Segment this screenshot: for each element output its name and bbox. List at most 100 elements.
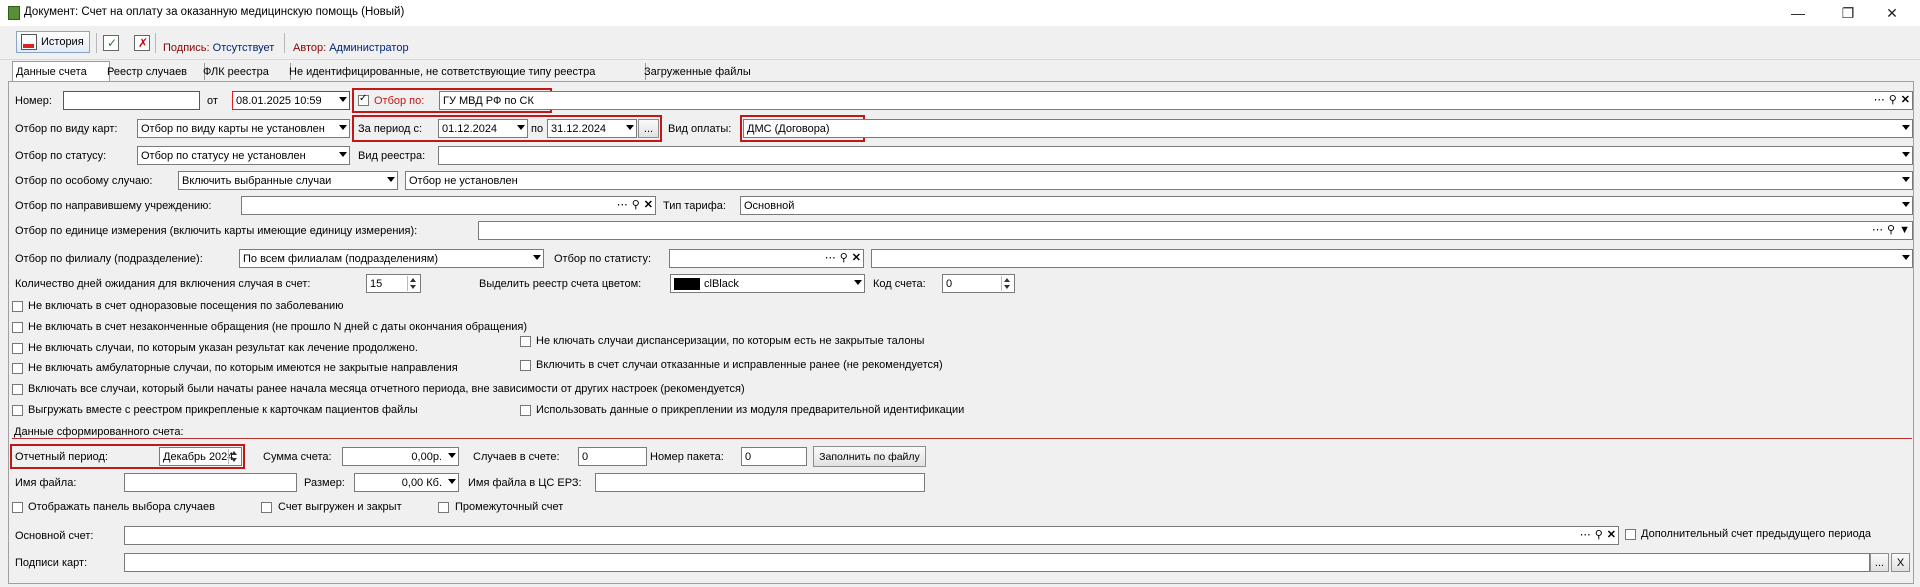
search-icon[interactable]: ⚲ bbox=[1889, 93, 1897, 108]
chevron-down-icon[interactable] bbox=[1902, 255, 1910, 260]
checkbox-one-time-visits-label: Не включать в счет одноразовые посещения… bbox=[28, 300, 344, 312]
spinner-icon[interactable] bbox=[228, 449, 240, 464]
chevron-down-icon[interactable] bbox=[1902, 177, 1910, 182]
signatures-input[interactable] bbox=[124, 553, 1870, 572]
chevron-down-icon[interactable] bbox=[854, 280, 862, 285]
color-select[interactable]: clBlack bbox=[670, 274, 865, 293]
payment-type-select[interactable]: ДМС (Договора) bbox=[743, 119, 1913, 138]
chevron-down-icon[interactable] bbox=[626, 125, 634, 130]
special-case-filter-select[interactable]: Отбор не установлен bbox=[405, 171, 1913, 190]
checkbox-one-time-visits[interactable] bbox=[12, 301, 23, 312]
restore-icon[interactable]: ❐ bbox=[1826, 0, 1870, 26]
size-input[interactable]: 0,00 Кб. bbox=[354, 473, 459, 492]
spinner-icon[interactable] bbox=[1001, 276, 1013, 291]
tab-uploaded-files[interactable]: Загруженные файлы bbox=[641, 63, 773, 80]
close-icon[interactable]: ✕ bbox=[1901, 93, 1910, 108]
chevron-down-icon[interactable] bbox=[339, 152, 347, 157]
interim-checkbox[interactable] bbox=[438, 502, 449, 513]
checkbox-attach-files-label: Выгружать вместе с реестром прикрепленые… bbox=[28, 404, 418, 416]
search-icon[interactable]: ⚲ bbox=[840, 251, 848, 266]
history-button[interactable]: История bbox=[16, 31, 90, 53]
checkbox-open-referrals[interactable] bbox=[12, 363, 23, 374]
ellipsis-icon[interactable]: ⋯ bbox=[1580, 528, 1591, 543]
payment-type-value: ДМС (Договора) bbox=[747, 122, 830, 135]
approve-icon[interactable]: ✓ bbox=[103, 35, 119, 51]
chevron-down-icon[interactable] bbox=[1902, 125, 1910, 130]
filter-by-checkbox[interactable]: ✓ bbox=[358, 93, 369, 106]
branch-select[interactable]: По всем филиалам (подразделениям) bbox=[239, 249, 544, 268]
package-input[interactable]: 0 bbox=[741, 447, 807, 466]
close-icon[interactable]: ✕ bbox=[852, 251, 861, 266]
checkbox-preliminary-id[interactable] bbox=[520, 405, 531, 416]
ellipsis-icon[interactable]: ⋯ bbox=[825, 251, 836, 266]
fill-from-file-button[interactable]: Заполнить по файлу bbox=[813, 446, 926, 467]
search-icon[interactable]: ⚲ bbox=[1595, 528, 1603, 543]
minimize-icon[interactable]: — bbox=[1776, 0, 1820, 26]
ellipsis-icon[interactable]: ⋯ bbox=[617, 198, 628, 213]
special-case-select[interactable]: Включить выбранные случаи bbox=[178, 171, 398, 190]
ellipsis-icon[interactable]: ⋯ bbox=[1872, 223, 1883, 238]
reject-icon[interactable]: ✗ bbox=[134, 35, 150, 51]
period-from-input[interactable]: 01.12.2024 bbox=[438, 119, 528, 138]
wait-days-input[interactable]: 15 bbox=[366, 274, 421, 293]
checkbox-rejected-corrected[interactable] bbox=[520, 360, 531, 371]
ellipsis-icon[interactable]: ⋯ bbox=[1874, 93, 1885, 108]
report-period-label: Отчетный период: bbox=[15, 451, 108, 463]
number-input[interactable] bbox=[63, 91, 200, 110]
statistician-input[interactable]: ⋯ ⚲ ✕ bbox=[669, 249, 864, 268]
unit-input[interactable]: ⋯ ⚲ ▼ bbox=[478, 221, 1913, 240]
close-icon[interactable]: ✕ bbox=[644, 198, 653, 213]
tab-cases-registry[interactable]: Реестр случаев bbox=[104, 63, 205, 80]
tab-unidentified[interactable]: Не идентифицированные, не сответствующие… bbox=[286, 63, 646, 80]
period-select-button[interactable]: ... bbox=[638, 119, 659, 138]
status-select[interactable]: Отбор по статусу не установлен bbox=[137, 146, 350, 165]
statistician-extra-select[interactable] bbox=[871, 249, 1913, 268]
tariff-type-select[interactable]: Основной bbox=[740, 196, 1913, 215]
chevron-down-icon[interactable] bbox=[339, 125, 347, 130]
chevron-down-icon[interactable] bbox=[339, 97, 347, 102]
card-type-select[interactable]: Отбор по виду карты не установлен bbox=[137, 119, 350, 138]
date-input[interactable]: 08.01.2025 10:59 bbox=[232, 91, 350, 110]
search-icon[interactable]: ⚲ bbox=[632, 198, 640, 213]
chevron-down-icon[interactable] bbox=[448, 453, 456, 458]
chevron-down-icon[interactable] bbox=[1902, 202, 1910, 207]
filter-by-input[interactable]: ГУ МВД РФ по СК ⋯ ⚲ ✕ bbox=[439, 91, 1913, 110]
chevron-down-icon[interactable] bbox=[1902, 152, 1910, 157]
checkbox-dispensary[interactable] bbox=[520, 336, 531, 347]
additional-account-checkbox[interactable] bbox=[1625, 529, 1636, 540]
chevron-down-icon[interactable] bbox=[448, 479, 456, 484]
toolbar-separator bbox=[96, 33, 97, 53]
show-panel-checkbox[interactable] bbox=[12, 502, 23, 513]
erz-filename-label: Имя файла в ЦС ЕРЗ: bbox=[468, 477, 582, 489]
tab-account-data[interactable]: Данные счета bbox=[12, 61, 110, 82]
checkbox-earlier-cases[interactable] bbox=[12, 384, 23, 395]
tab-flk-registry[interactable]: ФЛК реестра bbox=[200, 63, 291, 80]
sum-value: 0,00р. bbox=[411, 450, 442, 463]
close-icon[interactable]: ✕ bbox=[1870, 0, 1914, 26]
filename-input[interactable] bbox=[124, 473, 297, 492]
cases-input[interactable]: 0 bbox=[578, 447, 647, 466]
uploaded-closed-checkbox[interactable] bbox=[261, 502, 272, 513]
account-code-input[interactable]: 0 bbox=[942, 274, 1015, 293]
chevron-down-icon[interactable] bbox=[517, 125, 525, 130]
erz-filename-input[interactable] bbox=[595, 473, 925, 492]
close-icon[interactable]: ✕ bbox=[1607, 528, 1616, 543]
referring-input[interactable]: ⋯ ⚲ ✕ bbox=[241, 196, 656, 215]
chevron-down-icon[interactable] bbox=[533, 255, 541, 260]
spinner-icon[interactable] bbox=[407, 276, 419, 291]
search-icon[interactable]: ⚲ bbox=[1887, 223, 1895, 238]
period-to-input[interactable]: 31.12.2024 bbox=[547, 119, 637, 138]
report-period-input[interactable]: Декабрь 2024 bbox=[159, 447, 242, 466]
checkbox-continued-treatment[interactable] bbox=[12, 343, 23, 354]
chevron-down-icon[interactable] bbox=[387, 177, 395, 182]
main-account-input[interactable]: ⋯ ⚲ ✕ bbox=[124, 526, 1619, 545]
checkbox-attach-files[interactable] bbox=[12, 405, 23, 416]
signatures-clear-button[interactable]: X bbox=[1891, 553, 1910, 572]
checkbox-unfinished[interactable] bbox=[12, 322, 23, 333]
sum-input[interactable]: 0,00р. bbox=[342, 447, 459, 466]
chevron-down-icon[interactable]: ▼ bbox=[1899, 223, 1910, 238]
signatures-browse-button[interactable]: ... bbox=[1870, 553, 1889, 572]
registry-type-select[interactable] bbox=[438, 146, 1913, 165]
checkbox-preliminary-id-label: Использовать данные о прикреплении из мо… bbox=[536, 404, 965, 416]
main-account-label: Основной счет: bbox=[15, 530, 94, 542]
